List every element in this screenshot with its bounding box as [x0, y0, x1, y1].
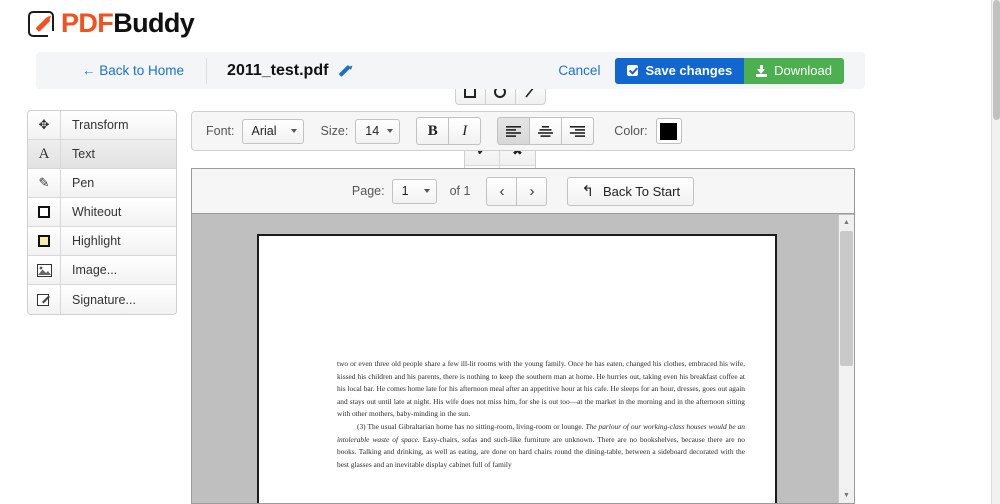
download-button[interactable]: Download [744, 58, 844, 84]
checkbox-icon [627, 65, 638, 76]
italic-button[interactable]: I [448, 117, 481, 145]
image-icon-svg [37, 264, 52, 277]
brand-pdf: PDF [61, 8, 113, 38]
white-square-icon [28, 198, 61, 226]
tool-highlight[interactable]: Highlight [28, 227, 176, 256]
back-to-start-button[interactable]: ↰ Back To Start [567, 177, 694, 206]
color-swatch-fill [660, 123, 677, 140]
tool-transform[interactable]: ✥ Transform [28, 111, 176, 140]
signature-icon [28, 285, 61, 314]
image-icon [28, 256, 61, 284]
save-changes-button[interactable]: Save changes [615, 58, 744, 84]
tool-pen-label: Pen [61, 169, 176, 197]
cancel-button[interactable]: Cancel [558, 63, 600, 78]
undo-arrow-icon: ↰ [581, 184, 594, 199]
tool-image-label: Image... [61, 256, 176, 284]
bold-label: B [428, 123, 438, 140]
italic-label: I [462, 123, 467, 140]
font-size-value: 14 [365, 124, 379, 138]
page-navigation-bar: Page: 1 of 1 ‹ › ↰ Back To Start [192, 169, 854, 214]
color-picker-button[interactable] [656, 118, 682, 144]
prev-page-button[interactable]: ‹ [486, 177, 517, 206]
back-to-home-link[interactable]: ← Back to Home [82, 63, 184, 78]
scrollbar-thumb[interactable] [840, 231, 853, 366]
font-family-select[interactable]: Arial [242, 119, 304, 144]
pdf-page[interactable]: two or even three old people share a few… [257, 234, 777, 503]
pencil-square-icon [28, 11, 54, 37]
file-action-bar: ← Back to Home 2011_test.pdf Cancel Save… [36, 52, 865, 89]
bold-button[interactable]: B [416, 117, 449, 145]
font-toolbar: Font: Arial Size: 14 B I [191, 111, 855, 151]
pen-icon: ✎ [28, 169, 61, 197]
tool-list: ✥ Transform A Text ✎ Pen Whiteout Highli… [27, 110, 177, 315]
yellow-square-icon [28, 227, 61, 255]
font-family-value: Arial [252, 124, 277, 138]
tool-pen[interactable]: ✎ Pen [28, 169, 176, 198]
action-buttons: Cancel Save changes Download [558, 58, 844, 84]
tool-text-label: Text [61, 140, 176, 168]
page-total-label: of 1 [450, 184, 471, 198]
signature-icon-svg [37, 293, 52, 307]
align-center-button[interactable] [529, 117, 562, 145]
next-page-button[interactable]: › [516, 177, 547, 206]
page-arrows: ‹ › [487, 177, 547, 206]
tool-highlight-label: Highlight [61, 227, 176, 255]
pdf-page-text: two or even three old people share a few… [337, 358, 745, 471]
align-right-button[interactable] [561, 117, 594, 145]
pdf-paragraph-2: (3) The usual Gibraltarian home has no s… [337, 421, 745, 471]
page-number-value: 1 [402, 184, 409, 198]
file-name-label: 2011_test.pdf [227, 62, 328, 80]
tool-signature-label: Signature... [61, 285, 176, 314]
tool-whiteout-label: Whiteout [61, 198, 176, 226]
color-label: Color: [614, 124, 647, 138]
font-size-select[interactable]: 14 [355, 119, 400, 144]
page-label: Page: [352, 184, 385, 198]
size-label: Size: [321, 124, 349, 138]
tool-image[interactable]: Image... [28, 256, 176, 285]
align-button-group [497, 117, 594, 145]
move-arrows-icon: ✥ [28, 111, 61, 139]
chevron-down-icon [387, 129, 393, 133]
app-logo[interactable]: PDFBuddy [28, 10, 1000, 37]
align-left-icon [506, 126, 521, 137]
pencil-icon[interactable] [338, 64, 352, 78]
font-label: Font: [206, 124, 235, 138]
app-header: PDFBuddy [0, 0, 1000, 48]
brand-text: PDFBuddy [61, 10, 194, 37]
pdf-para2-prefix: (3) The usual Gibraltarian home has no s… [357, 422, 585, 431]
pdf-editor-viewport: Page: 1 of 1 ‹ › ↰ Back To Start two or … [191, 168, 855, 504]
viewer-scrollbar[interactable]: ▲ ▼ [838, 215, 854, 503]
text-a-icon: A [28, 140, 61, 168]
tool-text[interactable]: A Text [28, 140, 176, 169]
divider [206, 58, 207, 84]
scroll-down-button[interactable]: ▼ [839, 488, 854, 503]
back-to-start-label: Back To Start [603, 184, 680, 199]
browser-scrollbar[interactable] [991, 0, 1000, 504]
align-right-icon [570, 126, 585, 137]
pdf-canvas-area[interactable]: two or even three old people share a few… [192, 215, 854, 503]
browser-scrollbar-thumb[interactable] [993, 0, 1000, 120]
tool-whiteout[interactable]: Whiteout [28, 198, 176, 227]
tool-transform-label: Transform [61, 111, 176, 139]
align-center-icon [538, 126, 553, 137]
download-label: Download [774, 63, 832, 78]
scroll-up-button[interactable]: ▲ [839, 215, 854, 230]
tool-signature[interactable]: Signature... [28, 285, 176, 314]
save-changes-label: Save changes [645, 63, 732, 78]
pdf-paragraph-1: two or even three old people share a few… [337, 358, 745, 421]
download-icon [756, 65, 767, 77]
style-button-group: B I [416, 117, 481, 145]
align-left-button[interactable] [497, 117, 530, 145]
brand-buddy: Buddy [113, 8, 194, 38]
page-number-select[interactable]: 1 [392, 179, 437, 204]
chevron-down-icon [291, 129, 297, 133]
chevron-down-icon [424, 189, 430, 193]
